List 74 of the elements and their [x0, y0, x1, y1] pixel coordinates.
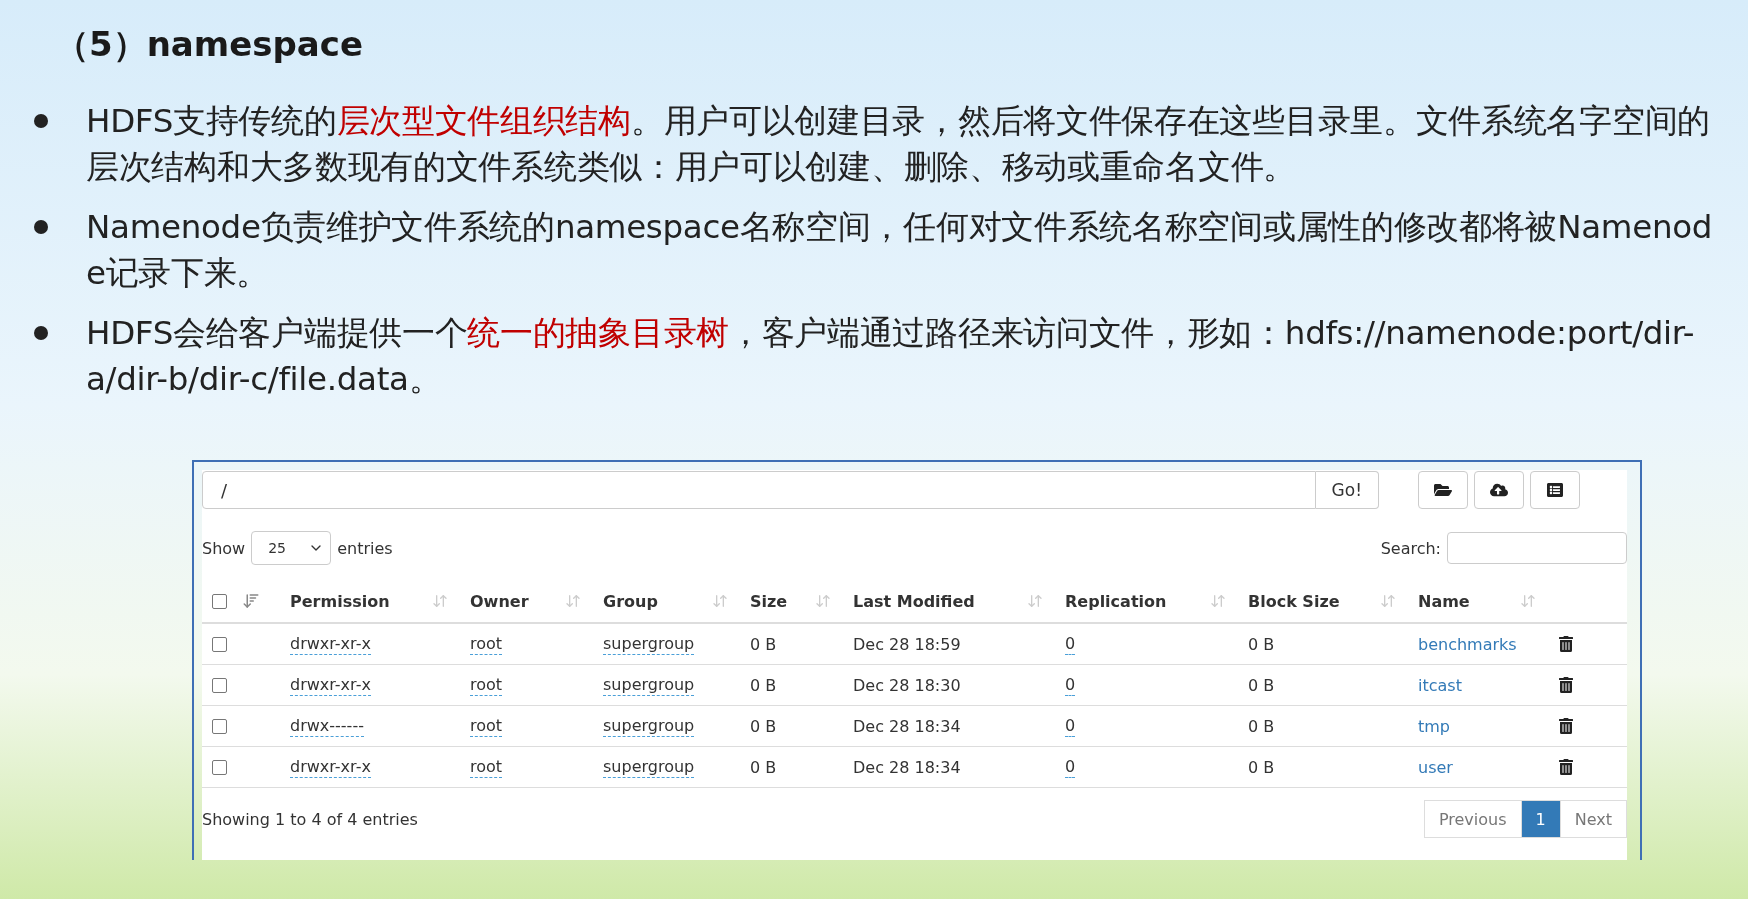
table-cell: 0 B [1248, 675, 1275, 695]
page-button[interactable]: Previous [1423, 800, 1522, 838]
entries-label: entries [337, 538, 393, 558]
file-name-link[interactable]: itcast [1418, 675, 1462, 695]
search-label: Search: [1380, 538, 1441, 558]
sort-icon[interactable] [242, 592, 260, 610]
trash-icon[interactable] [1558, 636, 1574, 652]
column-header[interactable]: Name [1418, 580, 1558, 624]
table-cell[interactable]: root [470, 633, 503, 655]
table-cell: 0 B [750, 757, 777, 777]
page-size-select[interactable]: 25 [251, 531, 332, 565]
file-name-link[interactable]: benchmarks [1418, 634, 1517, 654]
slide-title: （5）namespace [55, 23, 365, 66]
table-cell[interactable]: drwxr-xr-x [290, 756, 371, 778]
table-cell: Dec 28 18:59 [853, 634, 961, 654]
table-cell[interactable]: root [470, 756, 503, 778]
table-cell[interactable]: 0 [1065, 756, 1076, 778]
select-all-checkbox[interactable] [212, 593, 227, 609]
table-cell[interactable]: supergroup [603, 756, 695, 778]
page-button[interactable]: 1 [1520, 800, 1561, 838]
file-name-link[interactable]: tmp [1418, 716, 1450, 736]
row-checkbox[interactable] [212, 636, 227, 652]
column-header[interactable]: Block Size [1248, 580, 1418, 624]
column-header[interactable]: Replication [1065, 580, 1248, 624]
entries-info: Showing 1 to 4 of 4 entries [202, 809, 418, 829]
table-cell[interactable]: 0 [1065, 715, 1076, 737]
bullet-icon [34, 326, 48, 340]
table-cell[interactable]: root [470, 715, 503, 737]
table-cell: Dec 28 18:30 [853, 675, 961, 695]
table-cell: 0 B [750, 716, 777, 736]
column-header[interactable]: Size [750, 580, 853, 624]
table-cell: Dec 28 18:34 [853, 716, 961, 736]
table-cell[interactable]: 0 [1065, 674, 1076, 696]
column-header[interactable]: Last Modified [853, 580, 1065, 624]
table-cell[interactable]: drwxr-xr-x [290, 674, 371, 696]
row-checkbox[interactable] [212, 759, 227, 775]
table-cell[interactable]: drwxr-xr-x [290, 633, 371, 655]
table-cell[interactable]: supergroup [603, 633, 695, 655]
table-cell: 0 B [750, 675, 777, 695]
column-header[interactable]: Permission [290, 580, 470, 624]
show-label: Show [202, 538, 246, 558]
table-cell[interactable]: supergroup [603, 715, 695, 737]
list-icon [1547, 482, 1563, 498]
bullet-icon [34, 220, 48, 234]
table-cell[interactable]: root [470, 674, 503, 696]
list-button[interactable] [1530, 471, 1580, 509]
table-cell: Dec 28 18:34 [853, 757, 961, 777]
trash-icon[interactable] [1558, 759, 1574, 775]
folder-icon [1434, 481, 1452, 499]
table-cell[interactable]: drwx------ [290, 715, 364, 737]
trash-icon[interactable] [1558, 677, 1574, 693]
file-name-link[interactable]: user [1418, 757, 1453, 777]
table-cell[interactable]: supergroup [603, 674, 695, 696]
table-cell: 0 B [1248, 716, 1275, 736]
cloud-upload-icon [1490, 481, 1508, 499]
go-button[interactable]: Go! [1315, 471, 1379, 509]
bullet-text: Namenode负责维护文件系统的namespace名称空间，任何对文件系统名称空间或属性的修改都将被Namenode记录下来。 [86, 207, 1714, 294]
table-cell: 0 B [1248, 634, 1275, 654]
search-field[interactable] [1447, 532, 1627, 564]
table-cell: 0 B [750, 634, 777, 654]
bullet-text: HDFS支持传统的层次型文件组织结构。用户可以创建目录，然后将文件保存在这些目录里。文件系统名字空间的层次结构和大多数现有的文件系统类似：用户可以创建、删除、移动或重命名文件。 [86, 101, 1711, 188]
create-folder-button[interactable] [1418, 471, 1468, 509]
table-cell: 0 B [1248, 757, 1275, 777]
bullet-icon [34, 114, 48, 128]
column-header[interactable]: Owner [470, 580, 603, 624]
table-cell[interactable]: 0 [1065, 633, 1076, 655]
row-checkbox[interactable] [212, 718, 227, 734]
path-field[interactable]: / [202, 471, 1316, 509]
row-checkbox[interactable] [212, 677, 227, 693]
trash-icon[interactable] [1558, 718, 1574, 734]
bullet-text: HDFS会给客户端提供一个统一的抽象目录树，客户端通过路径来访问文件，形如：hdfs://namenode:port/dir-a/dir-b/dir-c/file.data。 [86, 313, 1696, 400]
page-button[interactable]: Next [1559, 800, 1627, 838]
column-header[interactable]: Group [603, 580, 750, 624]
upload-button[interactable] [1474, 471, 1524, 509]
